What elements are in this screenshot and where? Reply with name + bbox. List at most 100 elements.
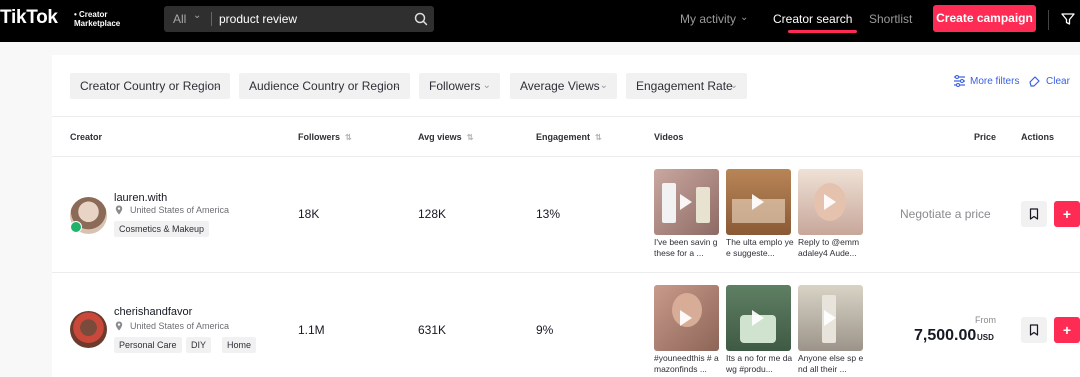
category-tag: Home xyxy=(222,337,257,353)
price-currency: USD xyxy=(977,333,994,342)
video-caption: Its a no for me dawg #produ... xyxy=(726,353,793,374)
location-pin-icon xyxy=(115,321,123,331)
chevron-down-icon[interactable]: ⌄ xyxy=(193,10,201,21)
add-to-campaign-button[interactable]: + xyxy=(1054,317,1080,343)
video-caption: I've been savin g these for a ... xyxy=(654,237,718,258)
divider xyxy=(52,272,1080,273)
nav-creator-search[interactable]: Creator search xyxy=(773,12,852,26)
bookmark-icon xyxy=(1029,208,1039,220)
filter-icon[interactable] xyxy=(1060,11,1076,27)
chevron-down-icon: ⌄ xyxy=(599,80,608,91)
search-input[interactable] xyxy=(219,10,404,28)
filter-creator-country[interactable]: Creator Country or Region ⌄ xyxy=(70,73,230,99)
verified-badge-icon xyxy=(70,221,82,233)
play-icon xyxy=(824,194,836,210)
sort-icon[interactable]: ⇅ xyxy=(345,133,352,142)
video-caption: The ulta emplo yee suggeste... xyxy=(726,237,794,258)
filter-audience-country[interactable]: Audience Country or Region ⌄ xyxy=(239,73,410,99)
creator-location: United States of America xyxy=(130,205,230,215)
nav-shortlist[interactable]: Shortlist xyxy=(869,12,912,26)
followers-value: 18K xyxy=(298,207,320,221)
filter-followers[interactable]: Followers ⌄ xyxy=(419,73,500,99)
filter-engagement-rate[interactable]: Engagement Rate ⌄ xyxy=(626,73,747,99)
avg-views-value: 631K xyxy=(418,323,447,337)
chevron-down-icon: ⌄ xyxy=(729,80,738,91)
video-thumbnail[interactable] xyxy=(798,169,863,235)
filter-label: Engagement Rate xyxy=(636,79,733,93)
filter-label: Average Views xyxy=(520,79,600,93)
header-label: Followers xyxy=(298,132,341,142)
creator-name[interactable]: cherishandfavor xyxy=(114,306,192,318)
video-thumbnail[interactable] xyxy=(726,169,791,235)
category-tag: DIY xyxy=(186,337,212,353)
product-bottle-shape xyxy=(696,187,710,223)
video-caption: Anyone else sp end all their ... xyxy=(798,353,864,374)
search-bar: All ⌄ xyxy=(164,6,434,32)
price-from-label: From xyxy=(975,315,996,325)
play-icon xyxy=(824,310,836,326)
product-bottle-shape xyxy=(662,183,676,223)
bookmark-icon xyxy=(1029,324,1039,336)
followers-value: 1.1M xyxy=(298,323,325,337)
location-pin-icon xyxy=(115,205,123,215)
avg-views-value: 128K xyxy=(418,207,447,221)
creator-search-panel: Creator Country or Region ⌄ Audience Coun… xyxy=(52,55,1080,377)
header-label: Avg views xyxy=(418,132,462,142)
plus-icon: + xyxy=(1062,206,1072,222)
category-tag: Personal Care xyxy=(114,337,182,353)
eraser-icon[interactable] xyxy=(1028,75,1041,87)
video-caption: Reply to @emm adaley4 Aude... xyxy=(798,237,860,258)
header-price: Price xyxy=(974,132,997,142)
divider xyxy=(52,116,1080,117)
play-icon xyxy=(752,310,764,326)
logo-sub-line-1: • Creator xyxy=(74,10,108,19)
clear-filters-link[interactable]: Clear xyxy=(1046,76,1070,87)
search-divider xyxy=(211,12,212,26)
plus-icon: + xyxy=(1062,322,1072,338)
filter-label: Creator Country or Region xyxy=(80,79,221,93)
bookmark-button[interactable] xyxy=(1021,317,1047,343)
play-icon xyxy=(680,310,692,326)
header-engagement[interactable]: Engagement ⇅ xyxy=(536,132,602,142)
nav-my-activity[interactable]: My activity xyxy=(680,12,736,26)
logo-sub-line-2: Marketplace xyxy=(74,19,121,28)
header-followers[interactable]: Followers ⇅ xyxy=(298,132,352,142)
chevron-down-icon: ⌄ xyxy=(392,80,401,91)
video-thumbnail[interactable] xyxy=(654,285,719,351)
active-tab-indicator xyxy=(788,30,857,33)
video-thumbnail[interactable] xyxy=(726,285,791,351)
header-avg-views[interactable]: Avg views ⇅ xyxy=(418,132,473,142)
tiktok-logo[interactable]: TikTok xyxy=(0,7,58,29)
search-scope-select[interactable]: All xyxy=(173,12,186,26)
play-icon xyxy=(752,194,764,210)
search-icon[interactable] xyxy=(413,11,429,27)
divider xyxy=(52,156,1080,157)
chevron-down-icon[interactable]: ⌄ xyxy=(740,12,748,23)
add-to-campaign-button[interactable]: + xyxy=(1054,201,1080,227)
category-tag: Cosmetics & Makeup xyxy=(114,221,210,237)
header-videos: Videos xyxy=(654,132,684,142)
price-value: 7,500.00 xyxy=(914,327,977,344)
header-creator: Creator xyxy=(70,132,103,142)
more-filters-link[interactable]: More filters xyxy=(970,76,1019,87)
negotiate-price: Negotiate a price xyxy=(900,207,991,221)
video-caption: #youneedthis # amazonfinds ... xyxy=(654,353,719,374)
bookmark-button[interactable] xyxy=(1021,201,1047,227)
sort-icon[interactable]: ⇅ xyxy=(467,133,474,142)
sliders-icon[interactable] xyxy=(953,75,966,87)
header-label: Engagement xyxy=(536,132,591,142)
filter-label: Followers xyxy=(429,79,481,93)
avatar[interactable] xyxy=(70,311,107,348)
filter-label: Audience Country or Region xyxy=(249,79,400,93)
video-thumbnail[interactable] xyxy=(798,285,863,351)
chevron-down-icon: ⌄ xyxy=(212,80,221,91)
video-thumbnail[interactable] xyxy=(654,169,719,235)
creator-marketplace-label: • Creator Marketplace xyxy=(74,10,120,28)
sort-icon[interactable]: ⇅ xyxy=(595,133,602,142)
engagement-value: 9% xyxy=(536,323,554,337)
engagement-value: 13% xyxy=(536,207,561,221)
top-bar: TikTok • Creator Marketplace All ⌄ My ac… xyxy=(0,0,1080,42)
create-campaign-button[interactable]: Create campaign xyxy=(933,5,1036,32)
filter-average-views[interactable]: Average Views ⌄ xyxy=(510,73,617,99)
creator-name[interactable]: lauren.with xyxy=(114,192,167,204)
